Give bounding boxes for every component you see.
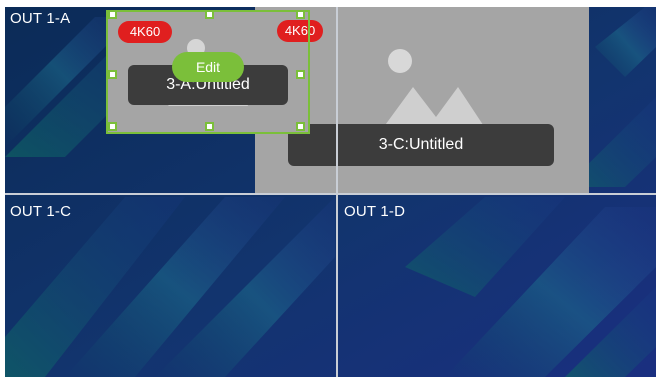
resize-handle-bottom-left[interactable] <box>108 122 117 131</box>
layer-name-label: 3-C:Untitled <box>288 124 554 166</box>
resize-handle-top-left[interactable] <box>108 10 117 19</box>
resolution-badge: 4K60 <box>118 21 172 43</box>
grid-divider-vertical <box>336 7 338 377</box>
resize-handle-right[interactable] <box>296 70 305 79</box>
resize-handle-bottom-right[interactable] <box>296 122 305 131</box>
resize-handle-top[interactable] <box>205 10 214 19</box>
resize-handle-bottom[interactable] <box>205 122 214 131</box>
grid-divider-horizontal <box>5 193 656 195</box>
output-label: OUT 1-D <box>344 203 406 220</box>
resize-handle-left[interactable] <box>108 70 117 79</box>
output-label: OUT 1-C <box>10 203 72 220</box>
resize-handle-top-right[interactable] <box>296 10 305 19</box>
output-label: OUT 1-A <box>10 10 71 27</box>
edit-button[interactable]: Edit <box>172 52 244 82</box>
output-canvas[interactable]: 3-C:Untitled 3-A:Untitled 4K60 4K60 Edit… <box>5 7 656 377</box>
